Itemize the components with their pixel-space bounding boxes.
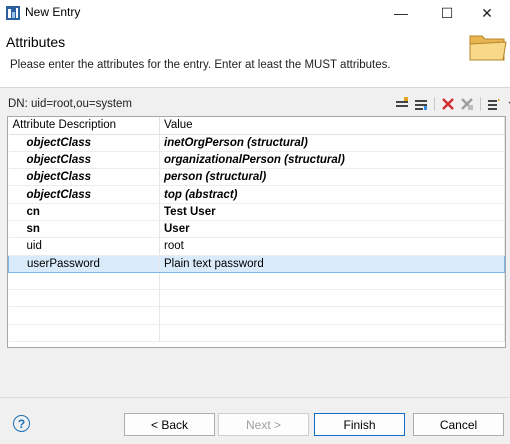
delete-all-icon[interactable] [459,96,475,112]
wizard-header: Attributes Please enter the attributes f… [0,26,510,88]
attribute-cell: cn [8,203,160,221]
attribute-cell: objectClass [8,134,160,152]
empty-row [8,289,505,308]
attributes-table[interactable]: Attribute Description Value objectClass … [7,116,506,348]
table-row[interactable]: sn User [8,220,505,239]
table-row[interactable]: objectClass inetOrgPerson (structural) [8,134,505,152]
close-button[interactable]: ✕ [464,0,510,26]
value-cell[interactable]: User [159,220,505,239]
new-value-icon[interactable] [413,96,429,112]
table-row[interactable]: uid root [8,237,505,256]
value-cell[interactable]: top (abstract) [159,185,505,204]
toolbar-separator [434,97,435,111]
new-attribute-icon[interactable] [394,96,410,112]
table-row[interactable]: objectClass person (structural) [8,168,505,187]
attribute-cell: objectClass [8,168,160,187]
empty-row [8,272,505,291]
value-cell[interactable]: person (structural) [159,168,505,187]
page-description: Please enter the attributes for the entr… [10,59,391,71]
toolbar-separator [480,97,481,111]
value-cell[interactable]: root [159,237,505,256]
filter-icon[interactable] [486,96,502,112]
empty-row [8,324,505,343]
value-cell[interactable]: Test User [159,203,505,221]
table-row[interactable]: cn Test User [8,203,505,221]
next-button[interactable]: Next > [218,413,309,436]
attribute-cell: objectClass [8,151,160,170]
folder-icon [469,35,507,61]
attribute-toolbar [394,96,510,112]
page-title: Attributes [6,34,66,50]
finish-button[interactable]: Finish [314,413,405,436]
view-menu-icon[interactable] [505,96,510,112]
attribute-cell: userPassword [8,254,160,273]
attribute-cell: sn [8,220,160,239]
footer-divider [0,397,510,398]
empty-row [8,306,505,325]
title-bar: New Entry — ☐ ✕ [0,0,510,26]
value-cell[interactable]: organizationalPerson (structural) [159,151,505,170]
table-header: Attribute Description Value [8,117,505,135]
window-title: New Entry [25,5,81,19]
table-row[interactable]: objectClass organizationalPerson (struct… [8,151,505,170]
column-header-attribute[interactable]: Attribute Description [8,117,160,135]
value-cell[interactable]: Plain text password [159,254,505,273]
app-icon [6,6,20,20]
cancel-button[interactable]: Cancel [413,413,504,436]
delete-icon[interactable] [440,96,456,112]
value-cell[interactable]: inetOrgPerson (structural) [159,134,505,152]
column-header-value[interactable]: Value [159,117,505,135]
table-row-selected[interactable]: userPassword Plain text password [8,254,505,273]
attribute-cell: uid [8,237,160,256]
attribute-cell: objectClass [8,185,160,204]
minimize-button[interactable]: — [378,0,424,26]
dn-label: DN: uid=root,ou=system [8,98,133,110]
back-button[interactable]: < Back [124,413,215,436]
table-row[interactable]: objectClass top (abstract) [8,185,505,204]
help-icon[interactable]: ? [13,415,30,432]
